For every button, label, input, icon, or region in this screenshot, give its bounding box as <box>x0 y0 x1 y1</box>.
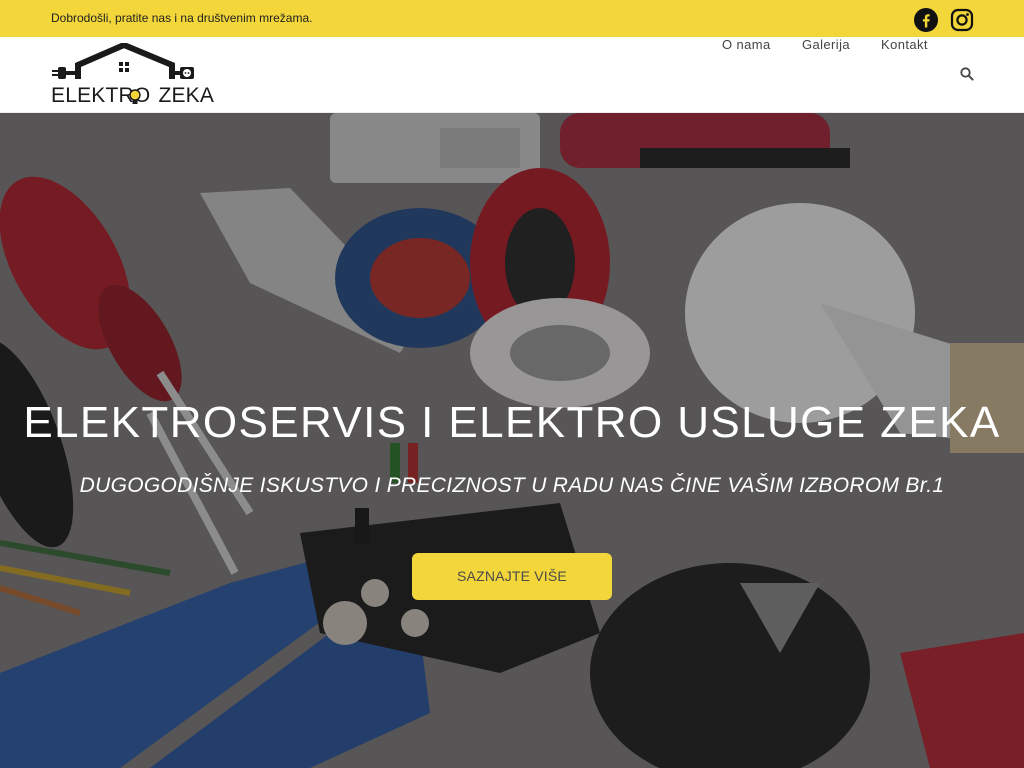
logo-word-zeka: ZEKA <box>158 84 215 107</box>
logo-wordmark: ELEKTRO ZEKA <box>51 84 214 108</box>
top-bar: Dobrodošli, pratite nas i na društvenim … <box>0 0 1024 37</box>
learn-more-button[interactable]: SAZNAJTE VIŠE <box>412 553 612 600</box>
site-logo[interactable]: ELEKTRO ZEKA <box>50 41 214 109</box>
hero-subtitle: DUGOGODIŠNJE ISKUSTVO I PRECIZNOST U RAD… <box>79 474 945 497</box>
lightbulb-icon <box>129 89 141 104</box>
search-icon[interactable] <box>960 67 974 81</box>
hero-title: ELEKTROSERVIS I ELEKTRO USLUGE ZEKA <box>23 398 1001 447</box>
welcome-text: Dobrodošli, pratite nas i na društvenim … <box>51 11 313 25</box>
site-header: ELEKTRO ZEKA O nama Galerija Kontakt <box>0 37 1024 113</box>
facebook-icon[interactable] <box>914 8 938 32</box>
house-plug-logo-icon <box>52 41 194 79</box>
nav-galerija[interactable]: Galerija <box>802 37 850 52</box>
hero-section: ELEKTROSERVIS I ELEKTRO USLUGE ZEKA DUGO… <box>0 113 1024 768</box>
nav-o-nama[interactable]: O nama <box>722 37 771 52</box>
instagram-icon[interactable] <box>950 8 974 32</box>
nav-kontakt[interactable]: Kontakt <box>881 37 928 52</box>
